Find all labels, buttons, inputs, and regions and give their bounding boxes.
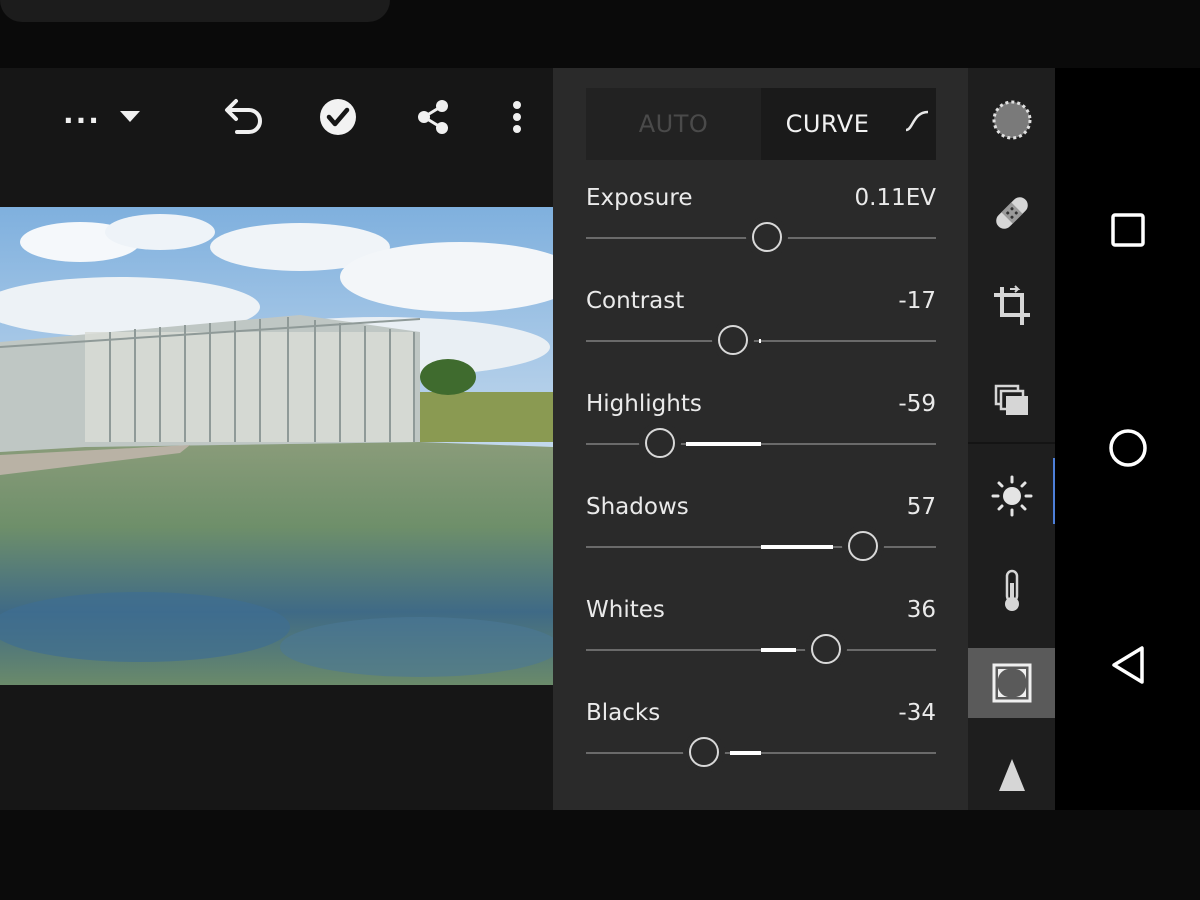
slider-label: Contrast [586,288,685,314]
slider-value: -34 [898,700,936,726]
ellipsis-label: ... [63,96,101,130]
slider-thumb[interactable] [811,634,841,664]
slider-label: Blacks [586,700,661,726]
healing-brush-icon[interactable] [968,178,1055,248]
slider-fill [729,751,761,755]
detail-icon[interactable] [968,740,1055,810]
recents-square-icon[interactable] [1055,195,1200,265]
exposure-slider[interactable]: Exposure 0.11EV [586,185,936,265]
slider-value: 57 [906,494,936,520]
color-temperature-icon[interactable] [968,556,1055,626]
rail-divider [968,442,1055,444]
slider-thumb[interactable] [718,325,749,355]
dropdown-caret-icon[interactable] [108,92,152,142]
selective-adjust-icon[interactable] [968,85,1055,155]
auto-button[interactable]: AUTO [586,88,761,160]
undo-icon[interactable] [215,92,269,142]
slider-value: 0.11EV [854,185,936,211]
share-icon[interactable] [410,92,456,142]
light-icon[interactable] [968,461,1055,531]
slider-track [586,340,936,342]
slider-label: Shadows [586,494,689,520]
more-vert-icon[interactable] [498,92,536,142]
slider-value: 36 [906,597,936,623]
checkmark-icon[interactable] [312,92,364,142]
photo-preview[interactable] [0,207,553,685]
slider-thumb[interactable] [847,531,878,561]
curve-icon [903,109,931,139]
curve-button[interactable]: CURVE [761,88,936,160]
top-toolbar: ... [0,68,553,168]
device-bezel-top [0,0,1200,68]
presets-icon[interactable] [968,366,1055,436]
slider-label: Highlights [586,391,702,417]
landscape-photo [0,207,553,685]
slider-track [586,752,936,754]
system-navigation-bar [1055,68,1200,810]
back-triangle-icon[interactable] [1055,630,1200,700]
slider-fill [759,339,761,343]
tool-rail [968,68,1055,810]
curve-label: CURVE [785,110,870,138]
slider-label: Whites [586,597,665,623]
slider-value: -59 [898,391,936,417]
whites-slider[interactable]: Whites 36 [586,597,936,677]
slider-fill [761,648,796,652]
light-adjust-panel: AUTO CURVE Exposure 0.11EV Contrast -17 … [553,68,968,810]
slider-fill [761,545,833,549]
slider-track [586,443,936,445]
vignette-effects-icon[interactable] [968,648,1055,718]
slider-thumb[interactable] [688,737,719,767]
highlights-slider[interactable]: Highlights -59 [586,391,936,471]
blacks-slider[interactable]: Blacks -34 [586,700,936,780]
slider-value: -17 [898,288,936,314]
slider-fill [685,442,761,446]
device-bezel-bottom [0,810,1200,900]
more-options-button[interactable]: ... [58,92,106,142]
slider-thumb[interactable] [644,428,675,458]
slider-thumb[interactable] [751,222,782,252]
home-circle-icon[interactable] [1055,413,1200,483]
contrast-slider[interactable]: Contrast -17 [586,288,936,368]
auto-curve-toggle: AUTO CURVE [586,88,936,160]
slider-label: Exposure [586,185,693,211]
crop-icon[interactable] [968,271,1055,341]
shadows-slider[interactable]: Shadows 57 [586,494,936,574]
device-bezel-bump [0,0,390,22]
